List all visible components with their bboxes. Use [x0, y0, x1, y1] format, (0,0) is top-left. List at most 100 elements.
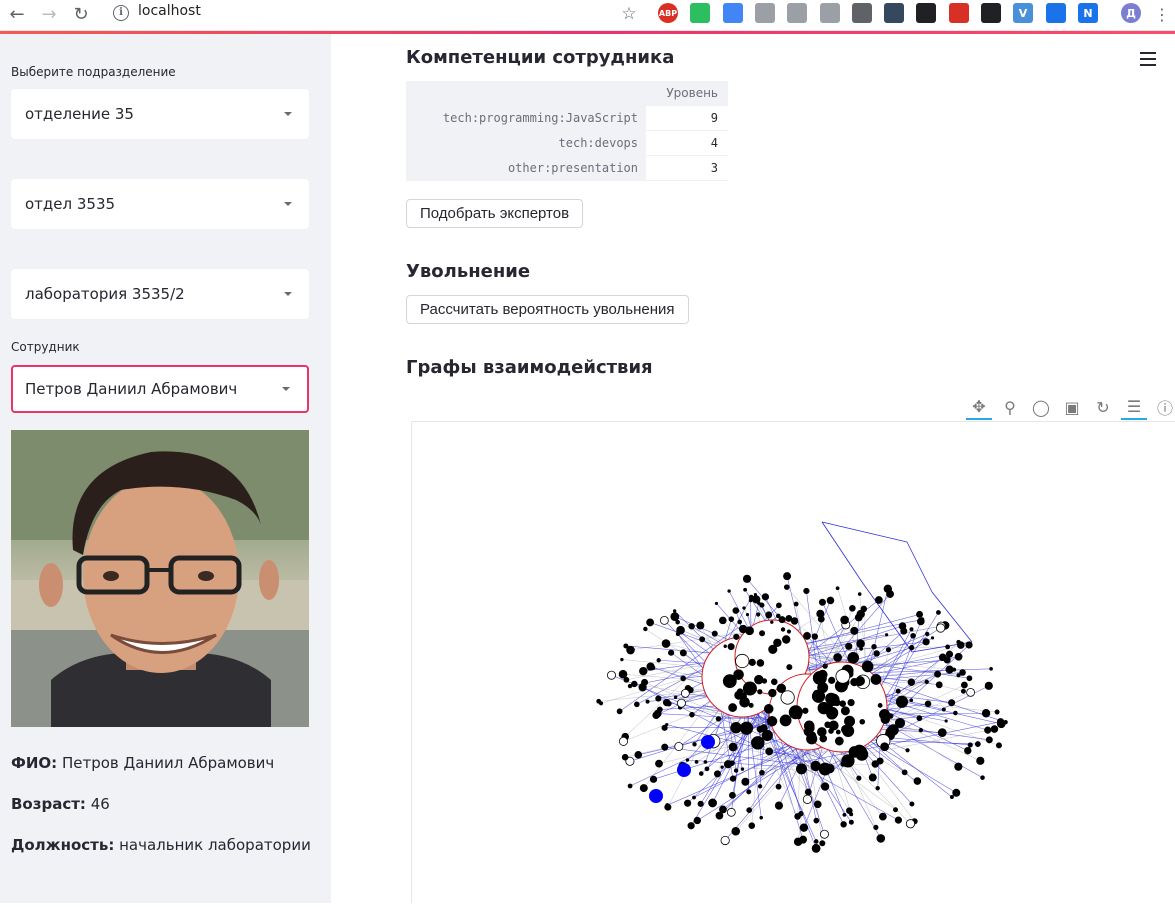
graph-node[interactable] [634, 701, 640, 708]
graph-node[interactable] [938, 653, 947, 662]
graph-node[interactable] [631, 680, 638, 688]
graph-node[interactable] [623, 643, 629, 649]
graph-node[interactable] [694, 759, 699, 764]
graph-node[interactable] [703, 760, 708, 764]
graph-node[interactable] [627, 683, 633, 689]
notion-icon[interactable]: N [1078, 3, 1098, 23]
graph-node[interactable] [757, 784, 763, 789]
graph-node[interactable] [656, 658, 661, 663]
graph-node[interactable] [984, 726, 992, 734]
graph-node[interactable] [905, 819, 916, 829]
graph-node[interactable] [885, 647, 892, 653]
graph-node[interactable] [855, 747, 869, 761]
graph-node[interactable] [825, 764, 835, 774]
graph-node[interactable] [754, 674, 764, 685]
graph-node[interactable] [949, 795, 954, 800]
graph-node[interactable] [714, 601, 719, 606]
graph-node[interactable] [782, 635, 791, 644]
graph-node[interactable] [959, 669, 966, 676]
graph-node[interactable] [735, 653, 750, 669]
graph-node[interactable] [756, 659, 765, 667]
graph-node[interactable] [966, 687, 976, 697]
graph-node[interactable] [618, 669, 628, 679]
graph-node[interactable] [708, 798, 717, 808]
graph-node[interactable] [733, 633, 740, 640]
graph-node[interactable] [732, 607, 740, 614]
graph-node[interactable] [878, 812, 887, 821]
graph-node[interactable] [727, 643, 735, 651]
graph-node[interactable] [874, 596, 883, 604]
graph-node[interactable] [696, 621, 705, 630]
graph-node[interactable] [936, 610, 941, 615]
graph-node[interactable] [885, 633, 889, 637]
graph-node[interactable] [883, 584, 893, 593]
graph-node[interactable] [868, 773, 877, 782]
graph-node[interactable] [655, 759, 663, 768]
graph-node[interactable] [652, 711, 660, 720]
graph-node[interactable] [925, 631, 930, 637]
network-graph[interactable] [412, 422, 1175, 903]
site-info-icon[interactable]: i [113, 5, 129, 21]
graph-node[interactable] [875, 786, 880, 791]
graph-node[interactable] [786, 629, 792, 634]
graph-node[interactable] [756, 612, 761, 617]
graph-node[interactable] [945, 650, 954, 658]
graph-node[interactable] [742, 606, 746, 610]
pan-icon[interactable]: ✥ [966, 394, 992, 420]
graph-node[interactable] [965, 641, 973, 649]
graph-node[interactable] [726, 807, 736, 817]
graph-node[interactable] [698, 771, 704, 776]
graph-node[interactable] [876, 834, 886, 843]
graph-node[interactable] [715, 811, 724, 820]
graph-node[interactable] [618, 736, 628, 746]
graph-node[interactable] [813, 839, 819, 844]
graph-node[interactable] [802, 794, 813, 804]
graph-node[interactable] [786, 664, 793, 671]
save-icon[interactable]: ▣ [1059, 394, 1085, 420]
graph-node[interactable] [748, 702, 754, 708]
graph-node[interactable] [737, 619, 742, 625]
graph-node[interactable] [819, 840, 826, 847]
graph-node[interactable] [895, 688, 901, 694]
graph-node[interactable] [817, 682, 829, 694]
graph-node[interactable] [966, 675, 973, 682]
graph-node[interactable] [677, 626, 681, 631]
graph-node[interactable] [649, 775, 658, 783]
graph-node[interactable] [795, 709, 802, 716]
graph-node[interactable] [655, 695, 662, 702]
graph-node[interactable] [945, 665, 954, 674]
graph-node[interactable] [995, 742, 1002, 749]
graph-node[interactable] [877, 703, 883, 708]
graph-node[interactable] [895, 695, 909, 708]
graph-node[interactable] [685, 758, 690, 762]
graph-node[interactable] [833, 653, 842, 662]
graph-node[interactable] [954, 762, 963, 771]
graph-node[interactable] [893, 807, 899, 813]
graph-node[interactable] [835, 729, 841, 735]
graph-node[interactable] [778, 616, 786, 624]
graph-node[interactable] [757, 689, 763, 695]
graph-node[interactable] [639, 784, 648, 793]
graph-node[interactable] [751, 736, 765, 750]
wheel-zoom-icon[interactable]: ◯ [1028, 394, 1054, 420]
graph-node[interactable] [793, 837, 803, 846]
graph-node[interactable] [850, 626, 859, 635]
graph-node[interactable] [842, 812, 847, 817]
scissors-icon[interactable] [981, 3, 1001, 23]
graph-node[interactable] [794, 813, 800, 820]
graph-node[interactable] [847, 651, 860, 664]
graph-node[interactable] [759, 602, 765, 608]
graph-node[interactable] [857, 592, 862, 596]
graph-node[interactable] [910, 632, 916, 639]
graph-node[interactable] [763, 704, 774, 714]
graph-node[interactable] [980, 775, 985, 780]
dismissal-probability-button[interactable]: Рассчитать вероятность увольнения [406, 295, 689, 324]
graph-node[interactable] [664, 803, 672, 811]
graph-node[interactable] [856, 639, 865, 648]
graph-node[interactable] [945, 644, 951, 650]
graph-node[interactable] [990, 725, 999, 733]
graph-node[interactable] [913, 777, 922, 785]
graph-node[interactable] [793, 601, 799, 607]
graph-node[interactable] [675, 619, 680, 625]
department-select[interactable]: отдел 3535 [11, 179, 309, 229]
